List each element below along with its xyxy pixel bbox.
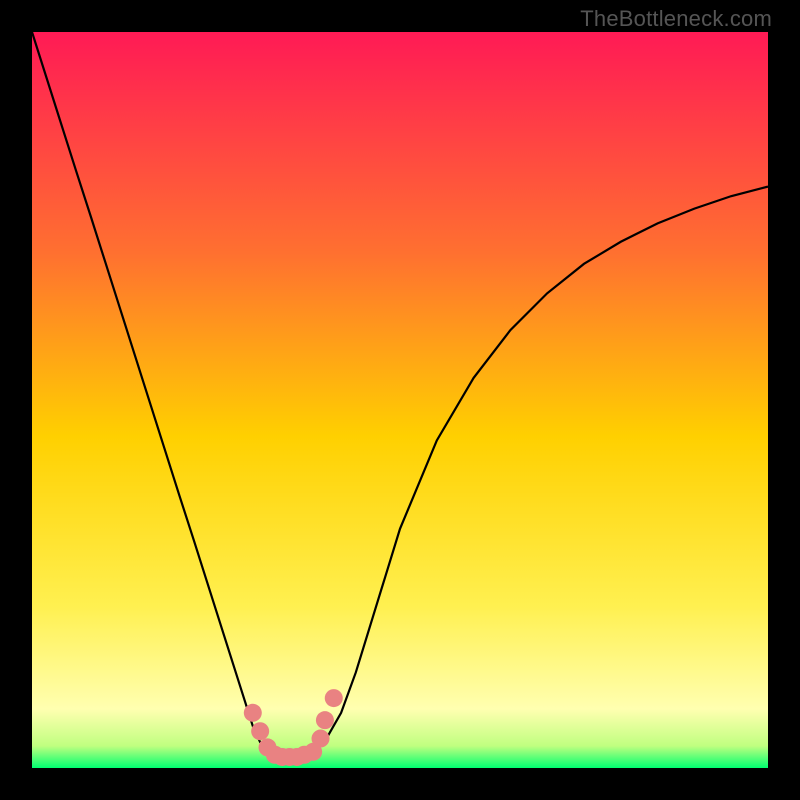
attribution-text: TheBottleneck.com bbox=[580, 6, 772, 32]
curve-marker bbox=[244, 704, 262, 722]
curve-marker bbox=[312, 730, 330, 748]
curve-marker bbox=[325, 689, 343, 707]
curve-marker bbox=[316, 711, 334, 729]
gradient-background bbox=[32, 32, 768, 768]
plot-area bbox=[32, 32, 768, 768]
curve-marker bbox=[251, 722, 269, 740]
chart-frame: TheBottleneck.com bbox=[0, 0, 800, 800]
plot-svg bbox=[32, 32, 768, 768]
